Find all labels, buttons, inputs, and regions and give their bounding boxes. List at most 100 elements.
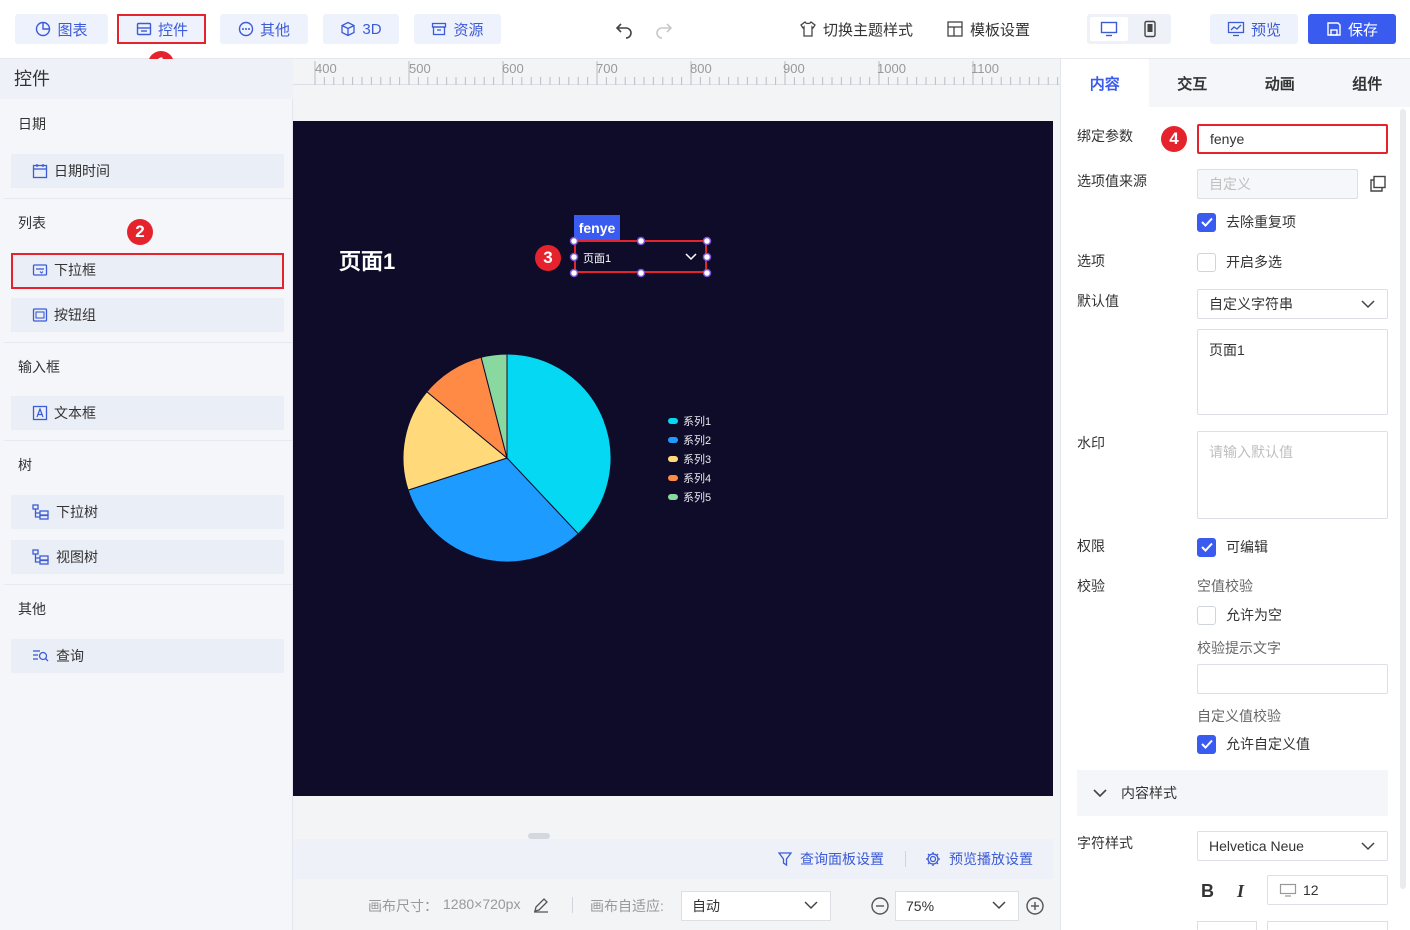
legend-item[interactable]: 系列2: [668, 430, 748, 449]
query-panel-settings-button[interactable]: 查询面板设置: [778, 849, 884, 869]
default-type-select[interactable]: 自定义字符串: [1197, 289, 1388, 319]
redo-icon: [656, 23, 673, 39]
tree-icon: [32, 504, 49, 520]
watermark-label: 水印: [1077, 435, 1105, 451]
checkbox-checked[interactable]: [1197, 212, 1216, 232]
checkbox-unchecked[interactable]: [1197, 252, 1216, 272]
legend-item[interactable]: 系列5: [668, 487, 748, 506]
canvas-adapt-select[interactable]: 自动: [681, 891, 831, 921]
bold-button[interactable]: B: [1201, 881, 1214, 902]
other-tab-button[interactable]: 其他: [220, 14, 308, 44]
group-date: 日期: [18, 116, 46, 132]
tab-component[interactable]: 组件: [1324, 59, 1410, 107]
widget-item-button-group[interactable]: 按钮组: [11, 298, 284, 332]
widget-item-datetime[interactable]: 日期时间: [11, 154, 284, 188]
dropdown-icon: [32, 264, 48, 276]
horizontal-ruler: 400 500 600 700 800 900 1000 1100: [293, 59, 1060, 85]
button-group-icon: [32, 308, 48, 322]
checkbox-unchecked[interactable]: [1197, 605, 1216, 625]
page-heading[interactable]: 页面1: [339, 244, 395, 276]
other-tab-label: 其他: [259, 21, 290, 39]
preview-play-settings-button[interactable]: 预览播放设置: [925, 849, 1033, 869]
italic-button[interactable]: I: [1237, 881, 1244, 902]
desktop-view-button[interactable]: [1090, 17, 1128, 41]
monitor-icon: [1100, 21, 1118, 37]
pie-chart[interactable]: [393, 341, 633, 571]
preview-button[interactable]: 预览: [1210, 14, 1298, 44]
widget-panel: 控件 日期 日期时间 列表 下拉框 2 按钮组 输入框 文本框 树 下拉树 视图…: [0, 59, 293, 930]
widget-item-label: 下拉树: [56, 504, 98, 520]
zoom-select[interactable]: 75%: [895, 891, 1019, 921]
edit-icon[interactable]: [533, 897, 549, 913]
allow-custom-label: 允许自定义值: [1226, 736, 1310, 752]
legend-label: 系列5: [683, 491, 712, 504]
undo-button[interactable]: [614, 14, 634, 44]
canvas-bottom-tools: 查询面板设置 预览播放设置: [293, 839, 1053, 879]
mobile-view-button[interactable]: [1131, 17, 1169, 41]
legend-item[interactable]: 系列1: [668, 411, 748, 430]
legend-item[interactable]: 系列3: [668, 449, 748, 468]
canvas-stage[interactable]: 页面1 fenye 页面1 3 系列1 系列2 系列3 系列4 系列5: [293, 121, 1053, 796]
widget-item-dropdown[interactable]: 下拉框: [11, 253, 284, 287]
widget-item-query[interactable]: 查询: [11, 639, 284, 673]
watermark-text-area[interactable]: 请输入默认值: [1197, 431, 1388, 519]
step-marker-3: 3: [535, 245, 561, 271]
save-button[interactable]: 保存: [1308, 14, 1396, 44]
preview-label: 预览: [1250, 21, 1281, 39]
redo-button[interactable]: [654, 14, 674, 44]
widget-item-label: 文本框: [54, 405, 96, 421]
bind-param-label: 绑定参数: [1077, 128, 1133, 144]
multi-select-checkbox[interactable]: 开启多选: [1197, 252, 1282, 272]
legend-label: 系列4: [683, 472, 712, 485]
checkbox-checked[interactable]: [1197, 537, 1216, 557]
zoom-in-icon[interactable]: [1025, 896, 1045, 916]
legend-swatch: [668, 436, 678, 443]
switch-theme-button[interactable]: 切换主题样式: [799, 14, 913, 44]
canvas-size-value: 1280×720px: [443, 896, 521, 912]
chart-tab-button[interactable]: 图表: [15, 14, 108, 44]
3d-tab-button[interactable]: 3D: [323, 14, 399, 44]
widget-item-label: 日期时间: [54, 163, 110, 179]
template-settings-button[interactable]: 模板设置: [946, 14, 1030, 44]
selection-handles[interactable]: [569, 236, 715, 278]
template-icon: [947, 21, 963, 37]
legend-item[interactable]: 系列4: [668, 468, 748, 487]
dedup-checkbox[interactable]: 去除重复项: [1197, 212, 1296, 232]
zoom-out-icon[interactable]: [870, 896, 890, 916]
option-source-input[interactable]: 自定义: [1197, 169, 1358, 199]
check-icon: [1200, 217, 1213, 227]
checkbox-checked[interactable]: [1197, 734, 1216, 754]
content-style-section[interactable]: 内容样式: [1077, 770, 1388, 816]
save-icon: [1327, 22, 1341, 36]
bind-param-input[interactable]: fenye: [1197, 124, 1388, 154]
tab-content[interactable]: 内容: [1061, 59, 1149, 107]
resource-tab-button[interactable]: 资源: [414, 14, 501, 44]
widget-panel-title: 控件: [0, 59, 293, 99]
copy-icon[interactable]: [1369, 175, 1387, 193]
chevron-down-icon: [1093, 789, 1107, 798]
ruler-label: 1000: [877, 61, 906, 76]
canvas-size-label: 画布尺寸：: [368, 898, 438, 914]
bind-param-value: fenye: [1210, 131, 1245, 147]
default-text-area[interactable]: 页面1: [1197, 329, 1388, 415]
partial-input[interactable]: [1267, 921, 1388, 930]
font-family-select[interactable]: Helvetica Neue: [1197, 831, 1388, 861]
permission-label: 权限: [1077, 538, 1105, 554]
widget-item-view-tree[interactable]: 视图树: [11, 540, 284, 574]
allow-empty-checkbox[interactable]: 允许为空: [1197, 605, 1282, 625]
resource-tab-label: 资源: [453, 21, 484, 39]
widget-item-dropdown-tree[interactable]: 下拉树: [11, 495, 284, 529]
tab-animation[interactable]: 动画: [1236, 59, 1324, 107]
pie-chart-icon: [36, 21, 51, 37]
partial-input[interactable]: [1197, 921, 1257, 930]
custom-check-label: 自定义值校验: [1197, 708, 1281, 724]
widget-item-text-box[interactable]: 文本框: [11, 396, 284, 430]
hint-text-input[interactable]: [1197, 664, 1388, 694]
tab-interaction[interactable]: 交互: [1149, 59, 1237, 107]
legend-label: 系列3: [683, 453, 712, 466]
font-size-input[interactable]: 12: [1267, 875, 1388, 905]
scrollbar[interactable]: [1400, 109, 1406, 889]
widget-tab-button[interactable]: 控件: [120, 14, 204, 44]
editable-checkbox[interactable]: 可编辑: [1197, 537, 1268, 557]
allow-custom-checkbox[interactable]: 允许自定义值: [1197, 734, 1310, 754]
